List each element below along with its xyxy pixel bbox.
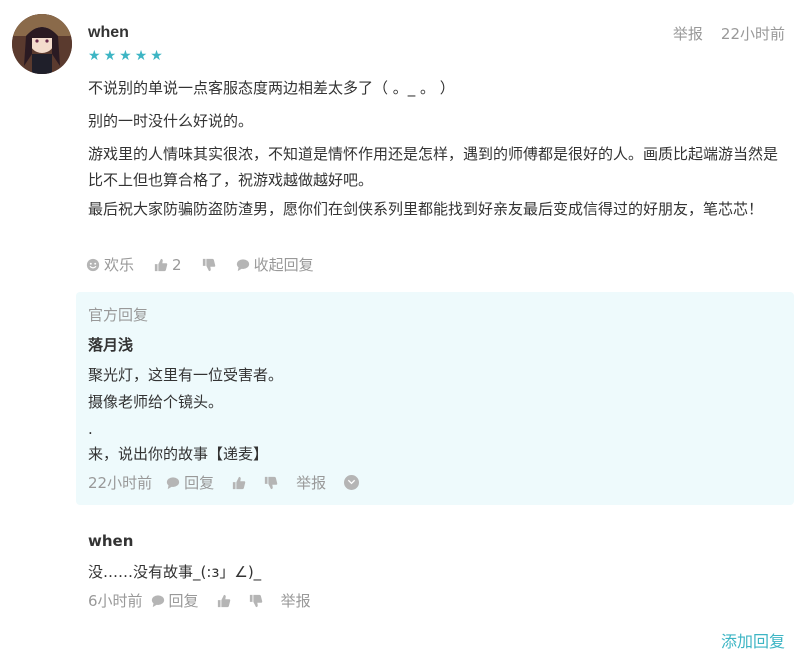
comment-paragraph: 最后祝大家防骗防盗防渣男，愿你们在剑侠系列里都能找到好亲友最后变成信得过的好朋友… [88,200,764,218]
collapse-label: 收起回复 [253,256,314,274]
collapse-replies-button[interactable]: 收起回复 [236,254,314,275]
rating-stars: ★ ★ ★ ★ ★ [88,48,163,64]
reply-line: . [88,420,93,438]
thumbs-up-icon [232,476,246,490]
reply-button[interactable]: 回复 [166,472,214,493]
smiley-icon [86,258,100,272]
thumbs-down-icon [202,258,216,272]
report-link[interactable]: 举报 [281,590,311,611]
reply-label: 回复 [168,592,199,610]
username[interactable]: when [88,24,129,42]
dislike-button[interactable] [264,476,278,490]
official-reply-header: 官方回复 [88,306,149,324]
star-icon: ★ [88,48,101,64]
more-options-button[interactable] [344,475,360,490]
comment-icon [151,594,165,608]
thumbs-up-icon [217,594,231,608]
official-reply-box: 官方回复 落月浅 聚光灯，这里有一位受害者。 摄像老师给个镜头。 . 来，说出你… [76,292,794,505]
chevron-down-icon [344,475,360,490]
comment-meta: 举报 22小时前 [673,23,785,44]
official-reply-actions: 22小时前 回复 举报 [88,472,377,493]
thumbs-down-icon [249,594,263,608]
comment-paragraph: 不说别的单说一点客服态度两边相差太多了（ 。_ 。 ） [88,79,455,97]
sub-reply-actions: 6小时前 回复 举报 [88,590,329,611]
thumbs-down-icon [264,476,278,490]
reply-line: 聚光灯，这里有一位受害者。 [88,366,284,384]
like-button[interactable] [232,476,246,490]
reply-author[interactable]: 落月浅 [88,334,133,355]
reply-author[interactable]: when [88,532,133,550]
reply-line: 来，说出你的故事【递麦】 [88,445,269,463]
comment-time: 22小时前 [720,25,785,43]
report-link[interactable]: 举报 [296,472,326,493]
dislike-button[interactable] [202,258,216,272]
dislike-button[interactable] [249,594,263,608]
comment-paragraph: 别的一时没什么好说的。 [88,112,254,130]
star-icon: ★ [103,48,117,64]
thumbs-up-icon [154,258,168,272]
star-icon: ★ [134,48,148,64]
reply-text: 没……没有故事_(:з」∠)_ [88,563,262,581]
reply-label: 回复 [184,474,215,492]
like-button[interactable] [217,594,231,608]
reply-time: 6小时前 [88,592,143,610]
reply-line: 摄像老师给个镜头。 [88,393,224,411]
star-icon: ★ [119,48,132,64]
avatar[interactable] [12,14,72,74]
avatar-image [12,14,72,74]
report-label: 举报 [280,592,311,610]
comment-icon [236,258,250,272]
report-label: 举报 [296,474,327,492]
mood-label: 欢乐 [104,256,135,274]
like-count: 2 [172,255,182,274]
report-link[interactable]: 举报 [673,23,703,44]
reply-button[interactable]: 回复 [151,590,199,611]
star-icon: ★ [150,48,163,64]
reply-time: 22小时前 [88,474,153,492]
comment-icon [166,476,180,490]
comment-paragraph: 游戏里的人情味其实很浓，不知道是情怀作用还是怎样，遇到的师傅都是很好的人。画质比… [88,145,779,189]
like-button[interactable]: 2 [154,256,182,274]
mood-button[interactable]: 欢乐 [86,254,134,275]
comment-actions: 欢乐 2 收起回复 [86,254,334,275]
add-reply-button[interactable]: 添加回复 [721,628,785,652]
